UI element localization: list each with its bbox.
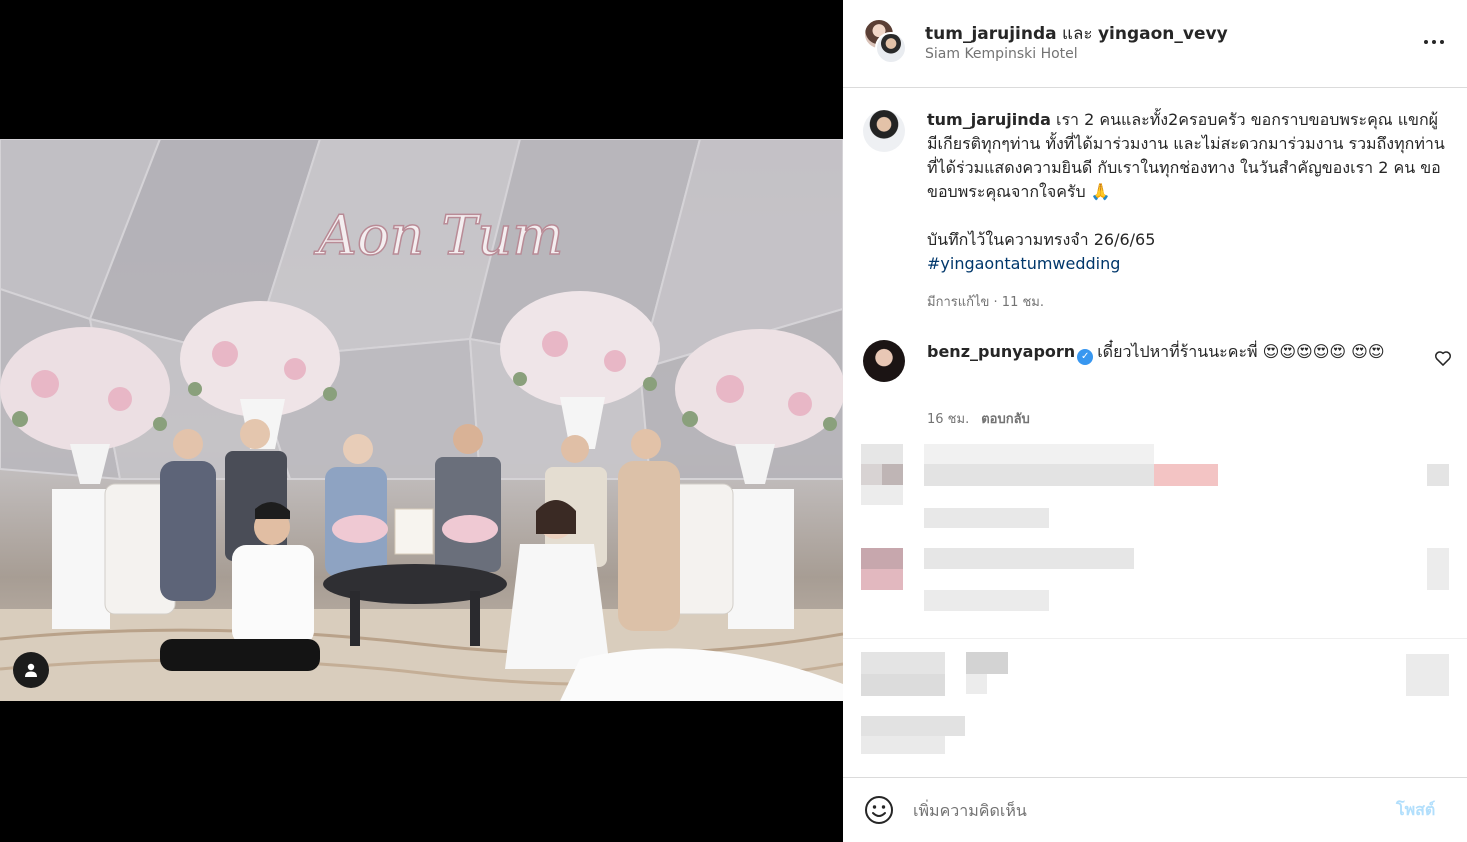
author-joiner: และ: [1056, 24, 1098, 44]
divider: [843, 638, 1467, 639]
blurred-comment-3: [861, 652, 1451, 756]
post-media: Aon Tum: [0, 0, 843, 842]
collab-avatars[interactable]: [863, 18, 907, 64]
wedding-photo-illustration: Aon Tum: [0, 139, 843, 701]
more-options-button[interactable]: [1421, 30, 1447, 54]
comment-username[interactable]: benz_punyaporn: [927, 342, 1075, 361]
avatar[interactable]: [863, 110, 905, 152]
user-tag-icon: [25, 663, 37, 677]
add-comment-bar: โพสต์: [843, 777, 1467, 842]
author-link[interactable]: tum_jarujinda: [925, 24, 1057, 44]
more-horizontal-icon: [1424, 40, 1428, 44]
collab-authors: tum_jarujinda และ yingaon_vevy: [925, 20, 1228, 47]
post-comment-button[interactable]: โพสต์: [1396, 798, 1435, 823]
blurred-comment-2: [861, 548, 1451, 614]
comment-text: benz_punyaporn ✓ เดี๋ยวไปหาที่ร้านนะคะพี่ …: [927, 340, 1427, 365]
caption-text: tum_jarujinda เรา 2 คนและทั้ง2ครอบครัว ข…: [927, 108, 1447, 276]
location-link[interactable]: Siam Kempinski Hotel: [925, 46, 1078, 62]
user-tag-button[interactable]: [13, 652, 49, 688]
comment-meta: 16 ชม. ตอบกลับ: [927, 408, 1030, 429]
avatar[interactable]: [863, 340, 905, 382]
post-header: tum_jarujinda และ yingaon_vevy Siam Kemp…: [843, 0, 1467, 88]
comment-input[interactable]: [913, 794, 1373, 826]
avatar[interactable]: [875, 32, 907, 64]
emoji-smile-icon[interactable]: [863, 794, 895, 826]
caption-username[interactable]: tum_jarujinda: [927, 110, 1051, 129]
post-side-panel: tum_jarujinda และ yingaon_vevy Siam Kemp…: [843, 0, 1467, 842]
verified-badge-icon: ✓: [1077, 349, 1094, 365]
hashtag-link[interactable]: #yingaontatumwedding: [927, 254, 1120, 273]
comment-time: 16 ชม.: [927, 412, 970, 427]
blurred-comment-1: [861, 444, 1451, 530]
caption-meta: มีการแก้ไข · 11 ชม.: [927, 295, 1044, 310]
sign-text: Aon Tum: [313, 204, 563, 267]
author-link[interactable]: yingaon_vevy: [1098, 24, 1228, 44]
comment-body: เดี๋ยวไปหาที่ร้านนะคะพี่ 😍😍😍😍😍 😍😍: [1097, 342, 1385, 361]
caption-line2: บันทึกไว้ในความทรงจำ 26/6/65: [927, 230, 1156, 249]
post-photo[interactable]: Aon Tum: [0, 139, 843, 701]
heart-outline-icon[interactable]: [1433, 348, 1453, 368]
reply-button[interactable]: ตอบกลับ: [981, 412, 1030, 427]
